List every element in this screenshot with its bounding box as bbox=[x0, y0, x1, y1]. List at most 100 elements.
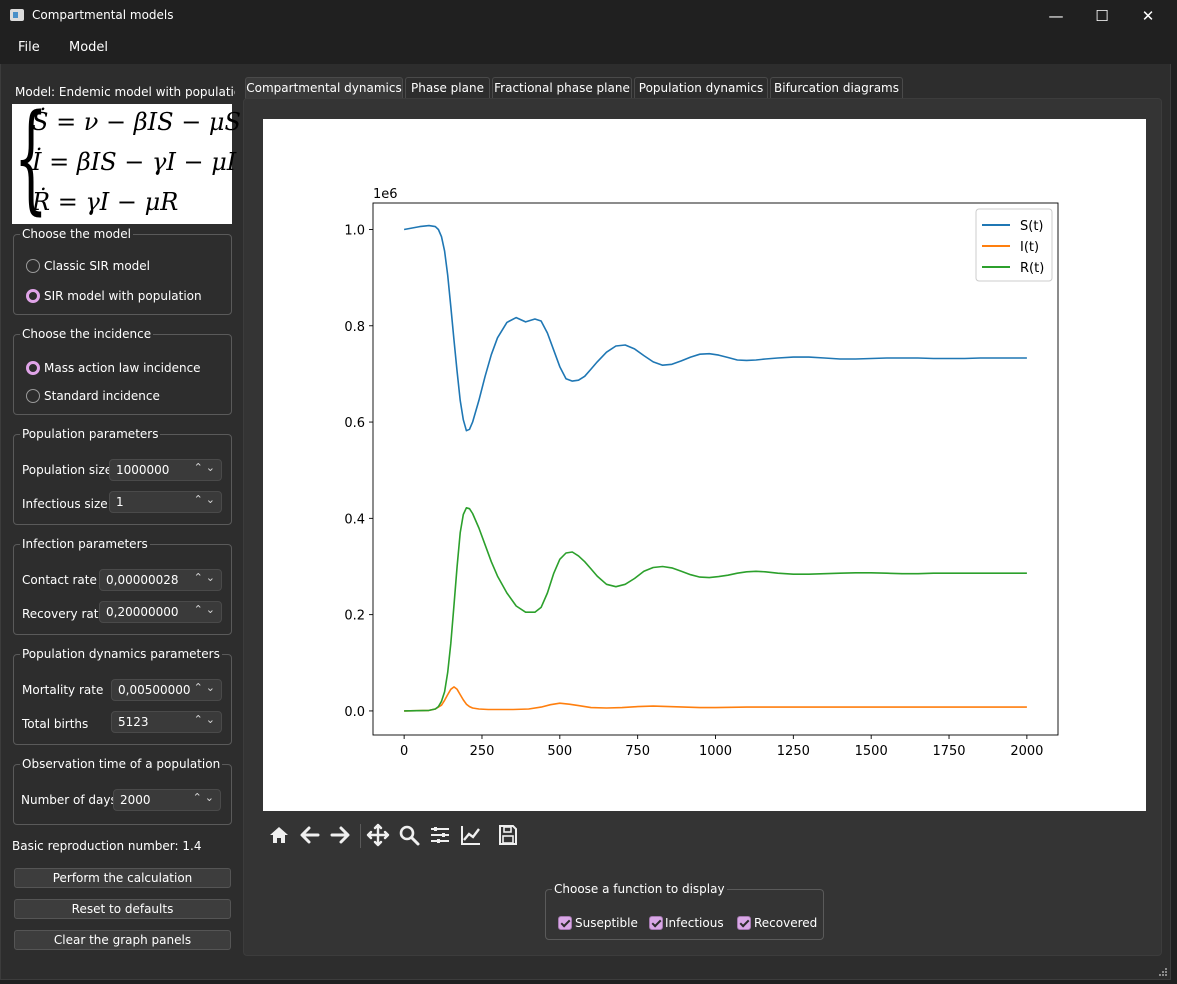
tab-bifurcation-diagrams[interactable]: Bifurcation diagrams bbox=[770, 77, 903, 99]
y-tick-label: 0.6 bbox=[344, 416, 365, 431]
mass-action-radio[interactable] bbox=[26, 361, 40, 375]
total-births-spinbox[interactable]: 5123 ⌃⌄ bbox=[111, 711, 222, 733]
mass-action-label[interactable]: Mass action law incidence bbox=[44, 361, 201, 375]
x-tick-label: 500 bbox=[547, 744, 572, 759]
equation-i: İ = βIS − γI − μI bbox=[32, 148, 237, 176]
menu-model[interactable]: Model bbox=[69, 40, 108, 55]
recovery-rate-label: Recovery rate bbox=[22, 607, 106, 621]
sir-population-label[interactable]: SIR model with population bbox=[44, 289, 202, 303]
x-tick-label: 1250 bbox=[777, 744, 810, 759]
minimize-button[interactable]: — bbox=[1033, 0, 1079, 32]
x-tick-label: 250 bbox=[470, 744, 495, 759]
spin-arrows-icon[interactable]: ⌃⌄ bbox=[194, 713, 218, 726]
function-display-group: Choose a function to display Suseptible … bbox=[545, 882, 824, 940]
basic-reproduction-number: Basic reproduction number: 1.4 bbox=[12, 839, 202, 853]
spin-arrows-icon[interactable]: ⌃⌄ bbox=[194, 461, 218, 474]
classic-sir-label[interactable]: Classic SIR model bbox=[44, 259, 150, 273]
susceptible-checkbox[interactable] bbox=[558, 916, 572, 930]
infectious-size-spinbox[interactable]: 1 ⌃⌄ bbox=[109, 491, 222, 513]
equation-s: Ṡ = ν − βIS − μS bbox=[32, 108, 241, 136]
standard-incidence-radio[interactable] bbox=[26, 389, 40, 403]
forward-arrow-icon[interactable] bbox=[328, 823, 354, 849]
perform-calculation-button[interactable]: Perform the calculation bbox=[14, 868, 231, 888]
series-line-s bbox=[403, 224, 1027, 432]
spin-arrows-icon[interactable]: ⌃⌄ bbox=[194, 571, 218, 584]
total-births-label: Total births bbox=[22, 717, 89, 731]
infectious-label[interactable]: Infectious bbox=[665, 916, 724, 930]
clear-graph-panels-button[interactable]: Clear the graph panels bbox=[14, 930, 231, 950]
x-tick-label: 0 bbox=[400, 744, 408, 759]
axes-edit-icon[interactable] bbox=[459, 823, 485, 849]
y-tick-label: 0.8 bbox=[344, 320, 365, 335]
back-arrow-icon[interactable] bbox=[298, 823, 324, 849]
spin-arrows-icon[interactable]: ⌃⌄ bbox=[194, 681, 218, 694]
recovered-checkbox[interactable] bbox=[737, 916, 751, 930]
spin-arrows-icon[interactable]: ⌃⌄ bbox=[193, 791, 217, 804]
recovery-rate-value: 0,20000000 bbox=[106, 605, 179, 619]
spin-arrows-icon[interactable]: ⌃⌄ bbox=[194, 493, 218, 506]
tab-phase-plane[interactable]: Phase plane bbox=[405, 77, 490, 99]
subplots-icon[interactable] bbox=[428, 823, 454, 849]
infectious-checkbox[interactable] bbox=[649, 916, 663, 930]
standard-incidence-label[interactable]: Standard incidence bbox=[44, 389, 160, 403]
x-tick-label: 750 bbox=[625, 744, 650, 759]
y-offset-label: 1e6 bbox=[373, 187, 398, 202]
total-births-value: 5123 bbox=[118, 715, 149, 729]
model-equations-image: { Ṡ = ν − βIS − μS İ = βIS − γI − μI Ṙ =… bbox=[12, 98, 241, 224]
tab-compartmental-dynamics[interactable]: Compartmental dynamics bbox=[245, 77, 403, 99]
resize-grip-icon[interactable] bbox=[1158, 967, 1168, 977]
home-icon[interactable] bbox=[267, 823, 293, 849]
title-bar[interactable] bbox=[0, 0, 1171, 32]
toolbar-separator bbox=[360, 824, 361, 848]
recovery-rate-spinbox[interactable]: 0,20000000 ⌃⌄ bbox=[99, 601, 222, 623]
x-tick-label: 1750 bbox=[932, 744, 965, 759]
population-size-spinbox[interactable]: 1000000 ⌃⌄ bbox=[109, 459, 222, 481]
close-button[interactable]: ✕ bbox=[1125, 0, 1171, 32]
pan-icon[interactable] bbox=[366, 823, 392, 849]
menu-file[interactable]: File bbox=[18, 40, 40, 55]
contact-rate-label: Contact rate bbox=[22, 573, 97, 587]
legend-label: R(t) bbox=[1020, 261, 1044, 276]
y-tick-label: 0.4 bbox=[344, 512, 365, 527]
tab-fractional-phase-plane[interactable]: Fractional phase plane bbox=[492, 77, 632, 99]
series-line-r bbox=[404, 507, 1027, 712]
y-tick-label: 1.0 bbox=[344, 223, 365, 238]
spin-arrows-icon[interactable]: ⌃⌄ bbox=[194, 603, 218, 616]
reset-defaults-button[interactable]: Reset to defaults bbox=[14, 899, 231, 919]
contact-rate-spinbox[interactable]: 0,00000028 ⌃⌄ bbox=[99, 569, 222, 591]
recovered-label[interactable]: Recovered bbox=[754, 916, 817, 930]
window-title: Compartmental models bbox=[32, 8, 174, 22]
classic-sir-radio[interactable] bbox=[26, 259, 40, 273]
sir-population-radio[interactable] bbox=[26, 289, 40, 303]
population-size-value: 1000000 bbox=[116, 463, 170, 477]
choose-model-group: Choose the model Classic SIR model SIR m… bbox=[13, 227, 232, 315]
menu-bar bbox=[0, 32, 1171, 64]
zoom-icon[interactable] bbox=[397, 823, 423, 849]
observation-time-group: Observation time of a population Number … bbox=[13, 757, 232, 825]
observation-time-title: Observation time of a population bbox=[20, 757, 223, 771]
legend-label: I(t) bbox=[1020, 240, 1039, 255]
function-display-title: Choose a function to display bbox=[552, 882, 727, 896]
compartments-chart: 0 250 500 750 1000 1250 1500 1750 2000 0.0 0.2 0.4 0… bbox=[344, 187, 1059, 759]
population-parameters-group: Population parameters Population size 10… bbox=[13, 427, 232, 525]
infectious-size-value: 1 bbox=[116, 495, 124, 509]
population-parameters-title: Population parameters bbox=[20, 427, 161, 441]
contact-rate-value: 0,00000028 bbox=[106, 573, 179, 587]
save-icon[interactable] bbox=[496, 823, 522, 849]
number-of-days-spinbox[interactable]: 2000 ⌃⌄ bbox=[113, 789, 221, 811]
equation-r: Ṙ = γI − μR bbox=[32, 188, 179, 216]
choose-model-title: Choose the model bbox=[20, 227, 133, 241]
tab-population-dynamics[interactable]: Population dynamics bbox=[634, 77, 768, 99]
infection-parameters-title: Infection parameters bbox=[20, 537, 150, 551]
app-icon bbox=[10, 9, 24, 21]
maximize-button[interactable]: ☐ bbox=[1079, 0, 1125, 32]
number-of-days-value: 2000 bbox=[120, 793, 151, 807]
mortality-rate-value: 0,00500000 bbox=[118, 683, 191, 697]
plot-canvas[interactable]: 0 250 500 750 1000 1250 1500 1750 2000 0.0 0.2 0.4 0… bbox=[263, 119, 1146, 811]
susceptible-label[interactable]: Suseptible bbox=[575, 916, 638, 930]
x-tick-label: 1500 bbox=[855, 744, 888, 759]
population-size-label: Population size bbox=[22, 463, 113, 477]
choose-incidence-title: Choose the incidence bbox=[20, 327, 154, 341]
mortality-rate-spinbox[interactable]: 0,00500000 ⌃⌄ bbox=[111, 679, 222, 701]
model-description-label: Model: Endemic model with population dyn… bbox=[15, 85, 235, 99]
